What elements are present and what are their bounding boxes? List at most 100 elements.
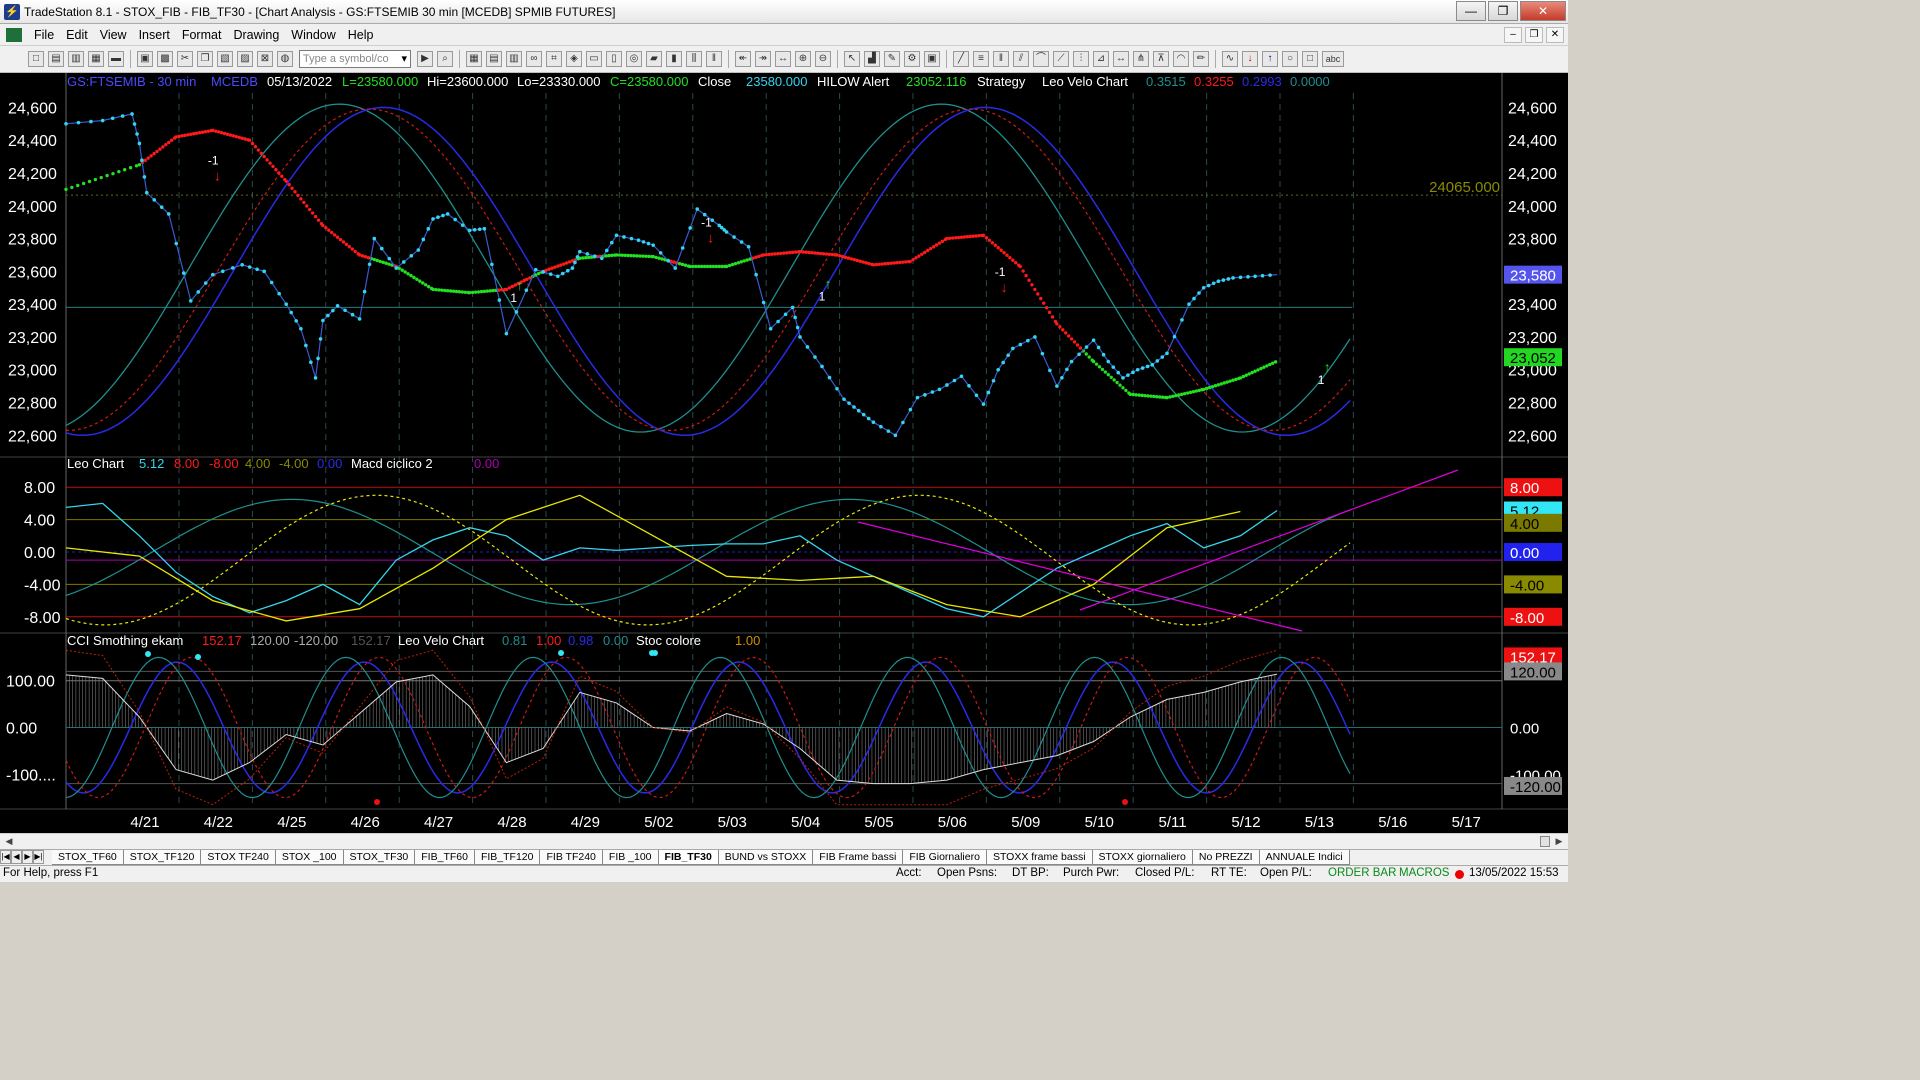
curve-icon[interactable]: ∿: [1222, 51, 1238, 67]
chart-canvas[interactable]: -1↓1↑-1↓1↑-1↓1↑ 4/21 4/22 4/25 4/26 4/27 4/28…: [0, 73, 1568, 833]
optionstation-icon[interactable]: ◈: [566, 51, 582, 67]
menu-insert[interactable]: Insert: [133, 28, 176, 42]
workspace-tab[interactable]: STOX_TF60: [52, 850, 124, 865]
status-order-bar[interactable]: ORDER BAR: [1328, 867, 1396, 879]
workspace-tab[interactable]: STOX_TF120: [123, 850, 202, 865]
format-icon[interactable]: ▨: [237, 51, 253, 67]
workspace-tab[interactable]: FIB Frame bassi: [813, 850, 904, 865]
pointer-icon[interactable]: ↖: [844, 51, 860, 67]
status-macros[interactable]: MACROS: [1399, 867, 1449, 879]
minimize-button[interactable]: —: [1456, 1, 1486, 21]
folder-icon[interactable]: ▬: [108, 51, 124, 67]
new-workspace-icon[interactable]: ▤: [48, 51, 64, 67]
pen-icon[interactable]: ✏: [1193, 51, 1209, 67]
workspace-tab[interactable]: STOX_TF30: [343, 850, 416, 865]
scroll-left-icon[interactable]: ↞: [735, 51, 751, 67]
mdi-restore-button[interactable]: ❐: [1525, 27, 1543, 43]
ellipse-icon[interactable]: ○: [1282, 51, 1298, 67]
scanner-icon[interactable]: ⌗: [546, 51, 562, 67]
menu-help[interactable]: Help: [342, 28, 380, 42]
speed-lines-icon[interactable]: ⊿: [1093, 51, 1109, 67]
workspace-tab[interactable]: FIB _100: [602, 850, 659, 865]
open-icon[interactable]: ▦: [88, 51, 104, 67]
workspace-tab[interactable]: FIB_TF120: [474, 850, 541, 865]
zoom-out-icon[interactable]: ⊖: [815, 51, 831, 67]
andrews-pitchfork-icon[interactable]: ⋔: [1133, 51, 1149, 67]
menu-view[interactable]: View: [94, 28, 133, 42]
text-tool-icon[interactable]: abc: [1322, 51, 1344, 67]
link-icon[interactable]: ∞: [526, 51, 542, 67]
mdi-close-button[interactable]: ✕: [1546, 27, 1564, 43]
order-icon[interactable]: ▣: [924, 51, 940, 67]
arrow-left-right-icon[interactable]: ↔: [1113, 51, 1129, 67]
horizontal-scrollbar[interactable]: ◀ ▶: [0, 833, 1568, 849]
document-icon[interactable]: [6, 27, 22, 42]
tools-icon[interactable]: ✎: [884, 51, 900, 67]
workspace-tab[interactable]: FIB_TF60: [415, 850, 475, 865]
fit-icon[interactable]: ↔: [775, 51, 791, 67]
globe-icon[interactable]: ◍: [277, 51, 293, 67]
print-icon[interactable]: ▩: [157, 51, 173, 67]
workspace-tab[interactable]: BUND vs STOXX: [718, 850, 814, 865]
menu-format[interactable]: Format: [176, 28, 228, 42]
arrow-down-icon[interactable]: ↓: [1242, 51, 1258, 67]
new-window-icon[interactable]: ▥: [68, 51, 84, 67]
workspace-tab[interactable]: FIB Giornaliero: [903, 850, 987, 865]
arrow-up-icon[interactable]: ↑: [1262, 51, 1278, 67]
tab-prev-icon[interactable]: ◀: [11, 850, 22, 864]
new-icon[interactable]: □: [28, 51, 44, 67]
copy-icon[interactable]: ❐: [197, 51, 213, 67]
trendline-icon[interactable]: ╱: [953, 51, 969, 67]
chart-analysis-icon[interactable]: ▦: [466, 51, 482, 67]
radarscreen-icon[interactable]: ▤: [486, 51, 502, 67]
scroll-right-arrow-icon[interactable]: ▶: [1552, 835, 1566, 848]
tab-first-icon[interactable]: |◀: [0, 850, 11, 864]
vertical-lines-icon[interactable]: ‖: [993, 51, 1009, 67]
close-button[interactable]: ✕: [1520, 1, 1566, 21]
menu-file[interactable]: File: [28, 28, 60, 42]
tab-next-icon[interactable]: ▶: [22, 850, 33, 864]
candlestick-icon[interactable]: ▮: [666, 51, 682, 67]
chart-analysis-window[interactable]: -1 ↓ 1 ↑ -1 ↓ 1 ↑ -1 ↓ 1 ↑ 4/21 4/22 4/25 4/26 4/27 4/28…: [0, 73, 1568, 833]
workspace-tab[interactable]: FIB TF240: [540, 850, 603, 865]
insert-study-icon[interactable]: ▰: [646, 51, 662, 67]
fan-icon[interactable]: ⊼: [1153, 51, 1169, 67]
volume-icon[interactable]: ‖: [706, 51, 722, 67]
workspace-tab[interactable]: STOXX frame bassi: [986, 850, 1093, 865]
lock-icon[interactable]: ⊠: [257, 51, 273, 67]
time-zones-icon[interactable]: ⫶: [1073, 51, 1089, 67]
zoom-in-icon[interactable]: ⊕: [795, 51, 811, 67]
channel-icon[interactable]: ⫽: [1013, 51, 1029, 67]
workspace-tab[interactable]: STOXX giornaliero: [1092, 850, 1193, 865]
maximize-button[interactable]: ❐: [1488, 1, 1518, 21]
rectangle-icon[interactable]: □: [1302, 51, 1318, 67]
workspace-tab[interactable]: ANNUALE Indici: [1259, 850, 1350, 865]
workspace-tab[interactable]: STOX TF240: [201, 850, 276, 865]
timesales-icon[interactable]: ▭: [586, 51, 602, 67]
fibonacci-icon[interactable]: ⌒: [1033, 51, 1049, 67]
scroll-left-arrow-icon[interactable]: ◀: [2, 835, 16, 848]
workspace-tab[interactable]: No PREZZI: [1192, 850, 1260, 865]
menu-drawing[interactable]: Drawing: [227, 28, 285, 42]
cut-icon[interactable]: ✂: [177, 51, 193, 67]
matrix-icon[interactable]: ▥: [506, 51, 522, 67]
news-icon[interactable]: ▯: [606, 51, 622, 67]
menu-window[interactable]: Window: [285, 28, 341, 42]
symbol-lookup-icon[interactable]: ⌕: [437, 51, 453, 67]
horizontal-line-icon[interactable]: ≡: [973, 51, 989, 67]
gann-icon[interactable]: ⟋: [1053, 51, 1069, 67]
bar-chart-icon[interactable]: ⫼: [686, 51, 702, 67]
quote-icon[interactable]: ◎: [626, 51, 642, 67]
workspace-tab[interactable]: STOX _100: [275, 850, 344, 865]
data-tips-icon[interactable]: ▟: [864, 51, 880, 67]
arc-icon[interactable]: ◠: [1173, 51, 1189, 67]
settings-icon[interactable]: ⚙: [904, 51, 920, 67]
scroll-right-icon[interactable]: ↠: [755, 51, 771, 67]
workspace-tab[interactable]: FIB_TF30: [658, 850, 719, 865]
symbol-input[interactable]: Type a symbol/co: [299, 50, 411, 68]
mdi-minimize-button[interactable]: –: [1504, 27, 1522, 43]
scroll-thumb[interactable]: [1540, 836, 1550, 847]
save-icon[interactable]: ▣: [137, 51, 153, 67]
menu-edit[interactable]: Edit: [60, 28, 94, 42]
go-arrow-icon[interactable]: ▶: [417, 51, 433, 67]
